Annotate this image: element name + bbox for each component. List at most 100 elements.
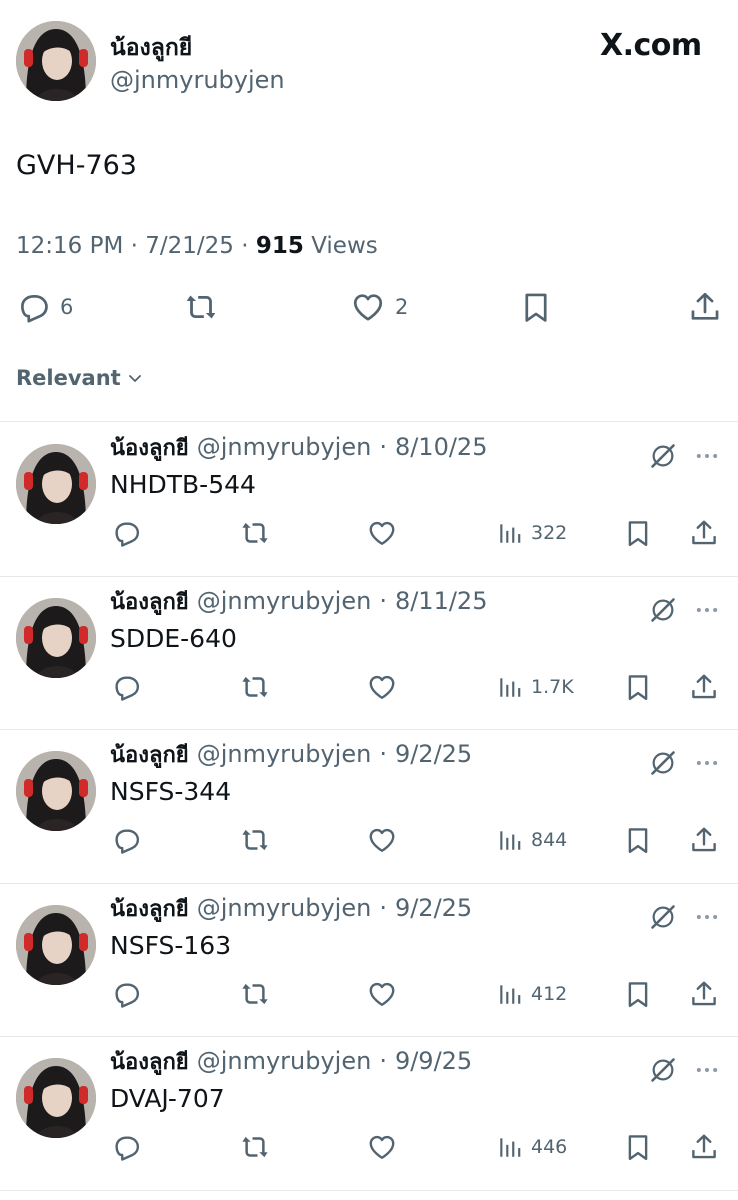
- reply-views[interactable]: 322: [497, 518, 567, 548]
- bookmark-icon[interactable]: [623, 672, 653, 702]
- reply-actions: 446: [0, 1132, 738, 1168]
- reply-item[interactable]: น้องลูกยี @jnmyrubyjen · 8/11/25 SDDE-64…: [0, 576, 738, 729]
- reply-icon: [16, 290, 50, 324]
- more-icon[interactable]: [693, 1056, 721, 1084]
- reply-views[interactable]: 446: [497, 1132, 567, 1162]
- grok-icon[interactable]: [649, 596, 677, 624]
- more-icon[interactable]: [693, 596, 721, 624]
- main-share-button[interactable]: [688, 290, 722, 324]
- reply-display-name[interactable]: น้องลูกยี: [110, 1044, 189, 1079]
- reply-date[interactable]: 8/10/25: [395, 433, 488, 461]
- like-icon[interactable]: [367, 518, 397, 548]
- like-icon: [351, 290, 385, 324]
- reply-icon[interactable]: [111, 518, 141, 548]
- separator-dot: ·: [379, 894, 387, 922]
- reply-date[interactable]: 8/11/25: [395, 587, 488, 615]
- reply-avatar[interactable]: [16, 751, 96, 831]
- repost-icon[interactable]: [239, 1132, 271, 1162]
- reply-views[interactable]: 1.7K: [497, 672, 574, 702]
- share-icon[interactable]: [689, 1132, 719, 1162]
- reply-date[interactable]: 9/9/25: [395, 1047, 472, 1075]
- main-reply-button[interactable]: 6: [16, 290, 73, 324]
- reply-handle[interactable]: @jnmyrubyjen: [197, 587, 372, 615]
- reply-count: 6: [60, 295, 74, 319]
- reply-icon[interactable]: [111, 1132, 141, 1162]
- main-bookmark-button[interactable]: [519, 290, 553, 324]
- main-display-name[interactable]: น้องลูกยี: [110, 30, 192, 66]
- repost-icon[interactable]: [239, 672, 271, 702]
- repost-icon[interactable]: [239, 825, 271, 855]
- reply-actions: 412: [0, 979, 738, 1015]
- reply-display-name[interactable]: น้องลูกยี: [110, 584, 189, 619]
- share-icon[interactable]: [689, 979, 719, 1009]
- main-post-text: GVH-763: [16, 150, 137, 181]
- reply-handle[interactable]: @jnmyrubyjen: [197, 1047, 372, 1075]
- views-icon: [497, 518, 523, 548]
- reply-handle[interactable]: @jnmyrubyjen: [197, 433, 372, 461]
- sort-selector[interactable]: Relevant: [16, 366, 143, 390]
- reply-text: DVAJ-707: [110, 1084, 225, 1113]
- views-count: 412: [531, 983, 568, 1005]
- divider: [0, 1190, 738, 1191]
- like-icon[interactable]: [367, 672, 397, 702]
- reply-avatar[interactable]: [16, 905, 96, 985]
- reply-display-name[interactable]: น้องลูกยี: [110, 430, 189, 465]
- reply-item[interactable]: น้องลูกยี @jnmyrubyjen · 9/2/25 NSFS-344…: [0, 729, 738, 882]
- reply-header: น้องลูกยี @jnmyrubyjen · 9/2/25: [110, 737, 472, 772]
- repost-icon[interactable]: [239, 979, 271, 1009]
- more-icon[interactable]: [693, 749, 721, 777]
- views-count: 446: [531, 1136, 568, 1158]
- reply-avatar[interactable]: [16, 444, 96, 524]
- reply-handle[interactable]: @jnmyrubyjen: [197, 740, 372, 768]
- reply-icon[interactable]: [111, 979, 141, 1009]
- separator-dot: ·: [379, 433, 387, 461]
- reply-icon[interactable]: [111, 825, 141, 855]
- grok-icon[interactable]: [649, 749, 677, 777]
- main-post-meta: 12:16 PM · 7/21/25 · 915 Views: [16, 233, 378, 259]
- reply-icon[interactable]: [111, 672, 141, 702]
- bookmark-icon[interactable]: [623, 825, 653, 855]
- share-icon[interactable]: [689, 825, 719, 855]
- views-icon: [497, 825, 523, 855]
- share-icon[interactable]: [689, 518, 719, 548]
- main-like-button[interactable]: 2: [351, 290, 408, 324]
- reply-avatar[interactable]: [16, 598, 96, 678]
- reply-display-name[interactable]: น้องลูกยี: [110, 891, 189, 926]
- bookmark-icon[interactable]: [623, 518, 653, 548]
- grok-icon[interactable]: [649, 1056, 677, 1084]
- main-repost-button[interactable]: [183, 290, 219, 324]
- repost-icon[interactable]: [239, 518, 271, 548]
- post-time[interactable]: 12:16 PM: [16, 233, 123, 259]
- reply-date[interactable]: 9/2/25: [395, 894, 472, 922]
- like-icon[interactable]: [367, 825, 397, 855]
- chevron-down-icon: [128, 375, 141, 382]
- post-date[interactable]: 7/21/25: [145, 233, 234, 259]
- grok-icon[interactable]: [649, 903, 677, 931]
- reply-avatar[interactable]: [16, 1058, 96, 1138]
- bookmark-icon[interactable]: [623, 1132, 653, 1162]
- reply-handle[interactable]: @jnmyrubyjen: [197, 894, 372, 922]
- separator-dot: ·: [379, 740, 387, 768]
- reply-item[interactable]: น้องลูกยี @jnmyrubyjen · 9/9/25 DVAJ-707…: [0, 1036, 738, 1189]
- reply-views[interactable]: 412: [497, 979, 567, 1009]
- reply-display-name[interactable]: น้องลูกยี: [110, 737, 189, 772]
- reply-date[interactable]: 9/2/25: [395, 740, 472, 768]
- reply-views[interactable]: 844: [497, 825, 567, 855]
- bookmark-icon[interactable]: [623, 979, 653, 1009]
- reply-item[interactable]: น้องลูกยี @jnmyrubyjen · 8/10/25 NHDTB-5…: [0, 422, 738, 575]
- like-icon[interactable]: [367, 1132, 397, 1162]
- main-avatar[interactable]: [16, 21, 96, 101]
- main-handle[interactable]: @jnmyrubyjen: [110, 66, 285, 94]
- x-brand-logo: X.com: [600, 28, 702, 63]
- views-count: 844: [531, 829, 568, 851]
- separator-dot: ·: [379, 1047, 387, 1075]
- share-icon[interactable]: [689, 672, 719, 702]
- more-icon[interactable]: [693, 903, 721, 931]
- more-icon[interactable]: [693, 442, 721, 470]
- views-icon: [497, 979, 523, 1009]
- repost-icon: [183, 290, 219, 324]
- like-icon[interactable]: [367, 979, 397, 1009]
- reply-item[interactable]: น้องลูกยี @jnmyrubyjen · 9/2/25 NSFS-163…: [0, 883, 738, 1036]
- grok-icon[interactable]: [649, 442, 677, 470]
- share-icon: [688, 290, 722, 324]
